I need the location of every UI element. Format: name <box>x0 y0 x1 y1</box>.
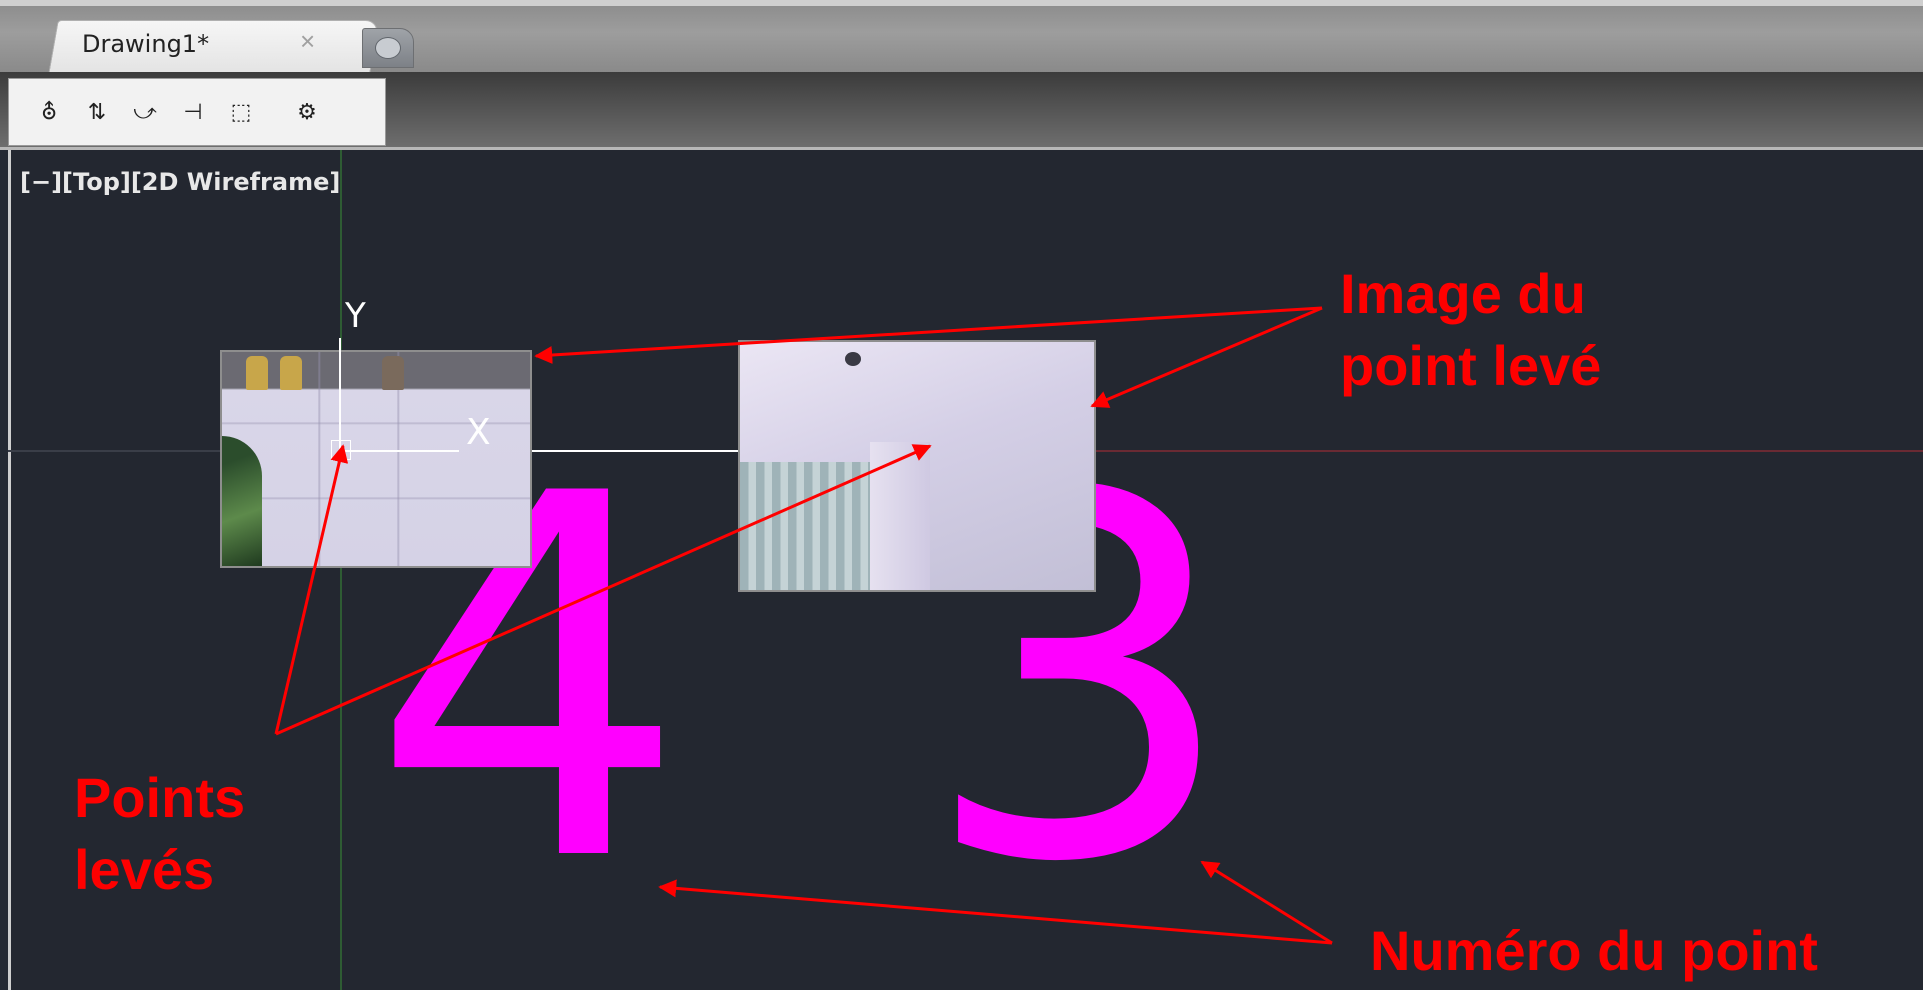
annotation-points-leves: Points levés <box>74 762 245 906</box>
annotation-line: point levé <box>1340 334 1602 397</box>
annotation-line: Points <box>74 766 246 829</box>
arrow-to-point-1 <box>274 444 349 735</box>
arrow-to-photo-2 <box>1090 306 1323 408</box>
annotation-image-du-point-leve: Image du point levé <box>1340 258 1601 402</box>
arrow-to-photo-1 <box>534 306 1323 364</box>
annotation-line: levés <box>74 838 215 901</box>
arrow-to-number-4 <box>658 879 1333 945</box>
arrow-to-point-2 <box>275 444 932 736</box>
annotation-numero-du-point: Numéro du point <box>1370 919 1818 982</box>
annotation-line: Image du <box>1340 262 1586 325</box>
arrow-to-number-3 <box>1200 860 1333 945</box>
annotation-arrows <box>274 306 1333 945</box>
